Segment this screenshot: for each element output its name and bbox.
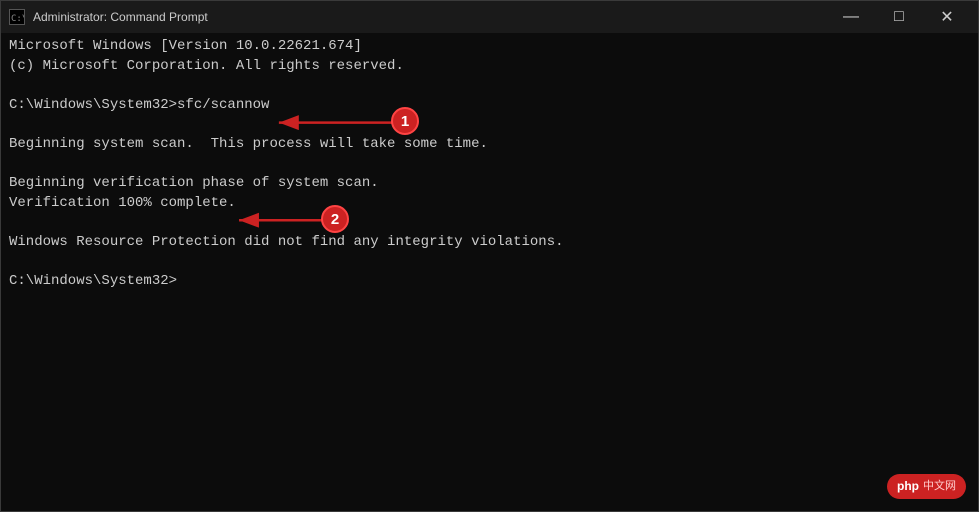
- terminal-line-2: [9, 76, 970, 96]
- terminal-line-0: Microsoft Windows [Version 10.0.22621.67…: [9, 37, 970, 57]
- terminal-line-7: Beginning verification phase of system s…: [9, 174, 970, 194]
- minimize-button[interactable]: —: [828, 1, 874, 33]
- title-bar: C:\ Administrator: Command Prompt — □ ✕: [1, 1, 978, 33]
- close-button[interactable]: ✕: [924, 1, 970, 33]
- watermark-brand: php: [897, 478, 919, 495]
- terminal-line-5: Beginning system scan. This process will…: [9, 135, 970, 155]
- title-bar-left: C:\ Administrator: Command Prompt: [9, 9, 208, 25]
- window: C:\ Administrator: Command Prompt — □ ✕ …: [0, 0, 979, 512]
- terminal-line-11: [9, 253, 970, 273]
- maximize-button[interactable]: □: [876, 1, 922, 33]
- title-bar-controls: — □ ✕: [828, 1, 970, 33]
- cmd-icon: C:\: [9, 9, 25, 25]
- watermark: php 中文网: [887, 474, 966, 499]
- terminal-line-3: C:\Windows\System32>sfc/scannow: [9, 96, 970, 116]
- terminal-line-12: C:\Windows\System32>: [9, 272, 970, 292]
- terminal-line-8: Verification 100% complete.: [9, 194, 970, 214]
- svg-text:C:\: C:\: [11, 14, 24, 24]
- watermark-suffix: 中文网: [923, 479, 956, 494]
- terminal-line-1: (c) Microsoft Corporation. All rights re…: [9, 57, 970, 77]
- terminal-content: Microsoft Windows [Version 10.0.22621.67…: [1, 33, 978, 511]
- window-title: Administrator: Command Prompt: [33, 10, 208, 24]
- terminal-line-6: [9, 155, 970, 175]
- terminal-line-9: [9, 213, 970, 233]
- terminal-line-10: Windows Resource Protection did not find…: [9, 233, 970, 253]
- terminal-line-4: [9, 115, 970, 135]
